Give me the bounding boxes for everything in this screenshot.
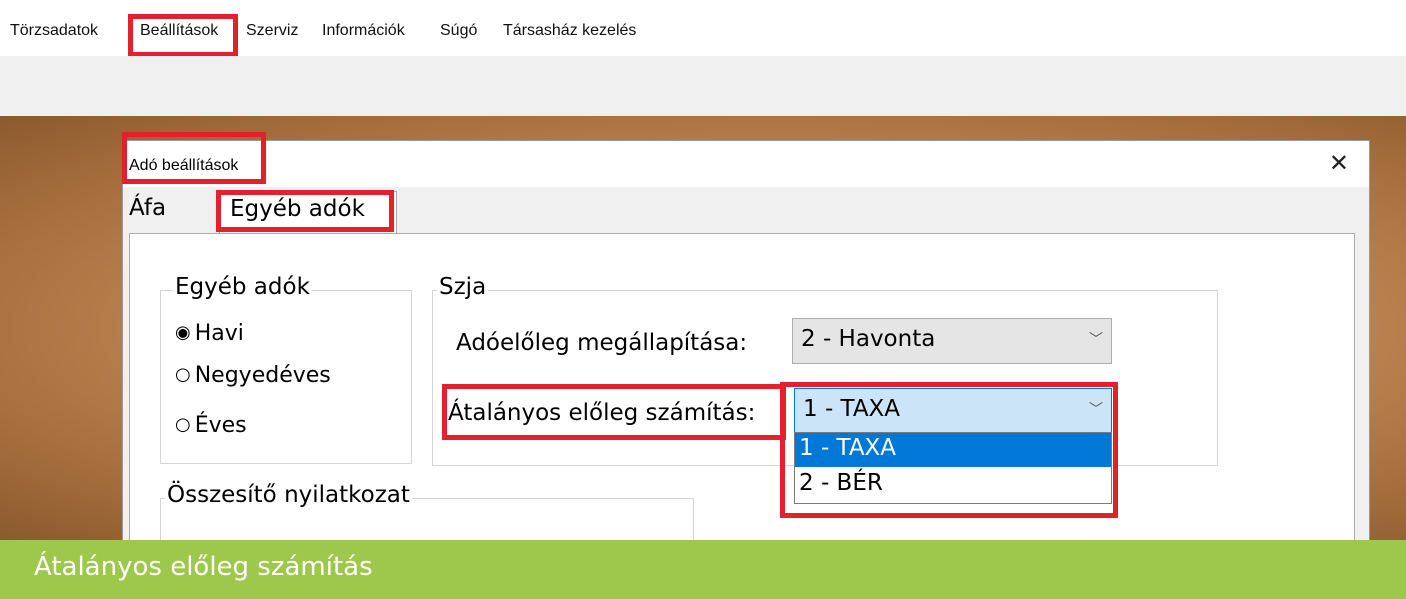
advance-label: Adóelőleg megállapítása:	[456, 330, 748, 356]
flat-advance-combo[interactable]: 1 - TAXA ﹀	[794, 388, 1112, 434]
dropdown-option-taxa-label: 1 - TAXA	[799, 435, 897, 461]
toolbar-area	[0, 56, 1406, 116]
menu-bar: Törzsadatok Beállítások Szerviz Informác…	[0, 0, 1406, 56]
menu-item-sugo[interactable]: Súgó	[440, 22, 477, 40]
menu-item-torzsadatok[interactable]: Törzsadatok	[10, 22, 98, 40]
radio-eves[interactable]: ○ Éves	[175, 413, 247, 438]
caption-bar: Átalányos előleg számítás	[0, 540, 1406, 599]
tab-afa[interactable]: Áfa	[129, 195, 166, 221]
tab-page-egyeb-adok: Egyéb adók ◉ Havi ○ Negyedéves ○ Éves Szja …	[129, 233, 1355, 560]
chevron-down-icon: ﹀	[1089, 332, 1103, 348]
chevron-down-icon: ﹀	[1089, 402, 1103, 418]
radio-havi-label: Havi	[194, 321, 244, 346]
period-group-label: Egyéb adók	[173, 274, 312, 300]
radio-negyedeves[interactable]: ○ Negyedéves	[175, 363, 331, 388]
flat-advance-combo-value: 1 - TAXA	[803, 396, 901, 422]
menu-item-beallitasok[interactable]: Beállítások	[140, 22, 218, 40]
menu-item-informaciok[interactable]: Információk	[322, 22, 405, 40]
flat-advance-label: Átalányos előleg számítás:	[448, 400, 756, 426]
dropdown-option-ber[interactable]: 2 - BÉR	[795, 468, 1111, 502]
radio-unselected-icon: ○	[175, 414, 191, 435]
radio-unselected-icon: ○	[175, 364, 191, 385]
menu-item-tarsashaz-kezeles[interactable]: Társasház kezelés	[503, 22, 636, 40]
close-icon[interactable]: ✕	[1329, 149, 1349, 177]
dialog-titlebar: Adó beállítások ✕	[123, 141, 1369, 187]
period-group: Egyéb adók ◉ Havi ○ Negyedéves ○ Éves	[160, 274, 412, 464]
tab-egyeb-adok[interactable]: Egyéb adók	[219, 191, 397, 236]
menu-item-szerviz[interactable]: Szerviz	[246, 22, 298, 40]
dropdown-option-taxa[interactable]: 1 - TAXA	[795, 433, 1111, 467]
radio-negyedeves-label: Negyedéves	[194, 363, 331, 388]
advance-combo-value: 2 - Havonta	[801, 326, 936, 352]
summary-group-label: Összesítő nyilatkozat	[165, 482, 412, 508]
dropdown-option-ber-label: 2 - BÉR	[799, 470, 883, 496]
radio-selected-icon: ◉	[175, 322, 191, 343]
tax-settings-dialog: Adó beállítások ✕ Áfa Egyéb adók Egyéb a…	[122, 140, 1370, 560]
dialog-title: Adó beállítások	[129, 157, 239, 174]
szja-group-label: Szja	[437, 274, 489, 300]
tab-egyeb-adok-label: Egyéb adók	[230, 196, 365, 222]
radio-eves-label: Éves	[194, 413, 247, 438]
radio-havi[interactable]: ◉ Havi	[175, 321, 244, 346]
advance-combo[interactable]: 2 - Havonta ﹀	[792, 318, 1112, 364]
caption-text: Átalányos előleg számítás	[34, 552, 373, 582]
flat-advance-dropdown: 1 - TAXA 2 - BÉR	[794, 432, 1112, 504]
